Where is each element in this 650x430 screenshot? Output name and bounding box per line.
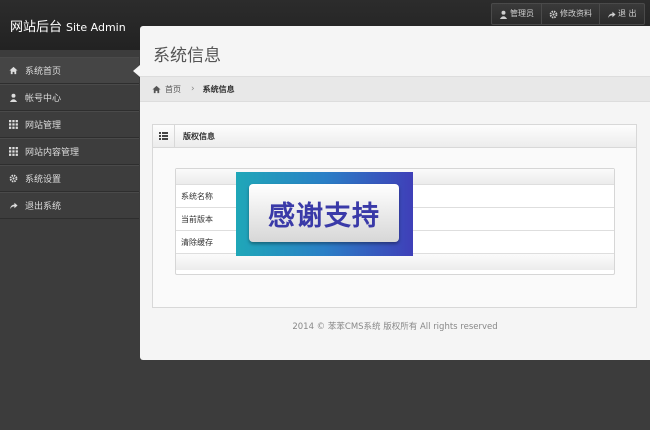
thanks-banner-image: 感谢支持: [236, 172, 413, 256]
row-label: 清除缓存: [181, 237, 213, 247]
share-arrow-icon: [9, 202, 18, 210]
page-title: 系统信息: [153, 46, 221, 66]
gear-icon: [549, 10, 558, 18]
breadcrumb: 首页 › 系统信息: [140, 76, 650, 102]
breadcrumb-home-link[interactable]: 首页: [165, 84, 181, 95]
sidebar-item-label: 系统首页: [25, 67, 62, 77]
sidebar-item-label: 系统设置: [25, 175, 62, 185]
admin-label: 管理员: [510, 9, 534, 18]
list-icon: [153, 124, 175, 148]
home-icon: [152, 85, 161, 93]
sidebar-item-content-manage[interactable]: 网站内容管理: [0, 138, 139, 165]
sidebar-item-settings[interactable]: 系统设置: [0, 165, 139, 192]
table-footer-row: [176, 254, 614, 270]
sidebar-item-label: 网站内容管理: [25, 148, 80, 158]
panel-title: 版权信息: [183, 131, 215, 141]
edit-profile-button[interactable]: 修改资料: [542, 4, 600, 24]
sidebar-item-label: 退出系统: [25, 202, 62, 212]
footer-copyright: 2014 © 苯苯CMS系统 版权所有 All rights reserved: [292, 322, 498, 332]
sidebar-item-logout[interactable]: 退出系统: [0, 192, 139, 219]
sidebar-item-label: 帐号中心: [25, 94, 62, 104]
sidebar-item-label: 网站管理: [25, 121, 62, 131]
brand-title: 网站后台: [10, 20, 63, 35]
chevron-right-icon: ›: [191, 84, 195, 94]
home-icon: [9, 66, 18, 75]
sidebar-item-account[interactable]: 帐号中心: [0, 84, 139, 111]
user-icon: [9, 93, 18, 102]
gear-icon: [9, 174, 18, 183]
site-brand[interactable]: 网站后台 Site Admin: [10, 16, 126, 35]
sidebar: 系统首页 帐号中心 网站管理 网站内容管理 系统设置 退出系统: [0, 57, 140, 219]
panel-header: 版权信息: [153, 124, 636, 148]
edit-profile-label: 修改资料: [560, 9, 592, 18]
row-label: 当前版本: [181, 214, 213, 224]
row-label: 系统名称: [181, 191, 213, 201]
logout-label: 退 出: [618, 9, 637, 18]
brand-subtitle: Site Admin: [66, 21, 126, 34]
sidebar-item-site-manage[interactable]: 网站管理: [0, 111, 139, 138]
share-arrow-icon: [607, 11, 616, 18]
logout-button[interactable]: 退 出: [600, 4, 644, 24]
grid-icon: [9, 147, 18, 156]
breadcrumb-current: 系统信息: [202, 84, 235, 94]
grid-icon: [9, 120, 18, 129]
sidebar-item-home[interactable]: 系统首页: [0, 57, 140, 84]
banner-text: 感谢支持: [249, 184, 399, 242]
admin-button[interactable]: 管理员: [492, 4, 542, 24]
user-icon: [499, 10, 508, 19]
top-nav: 管理员 修改资料 退 出: [491, 3, 645, 25]
